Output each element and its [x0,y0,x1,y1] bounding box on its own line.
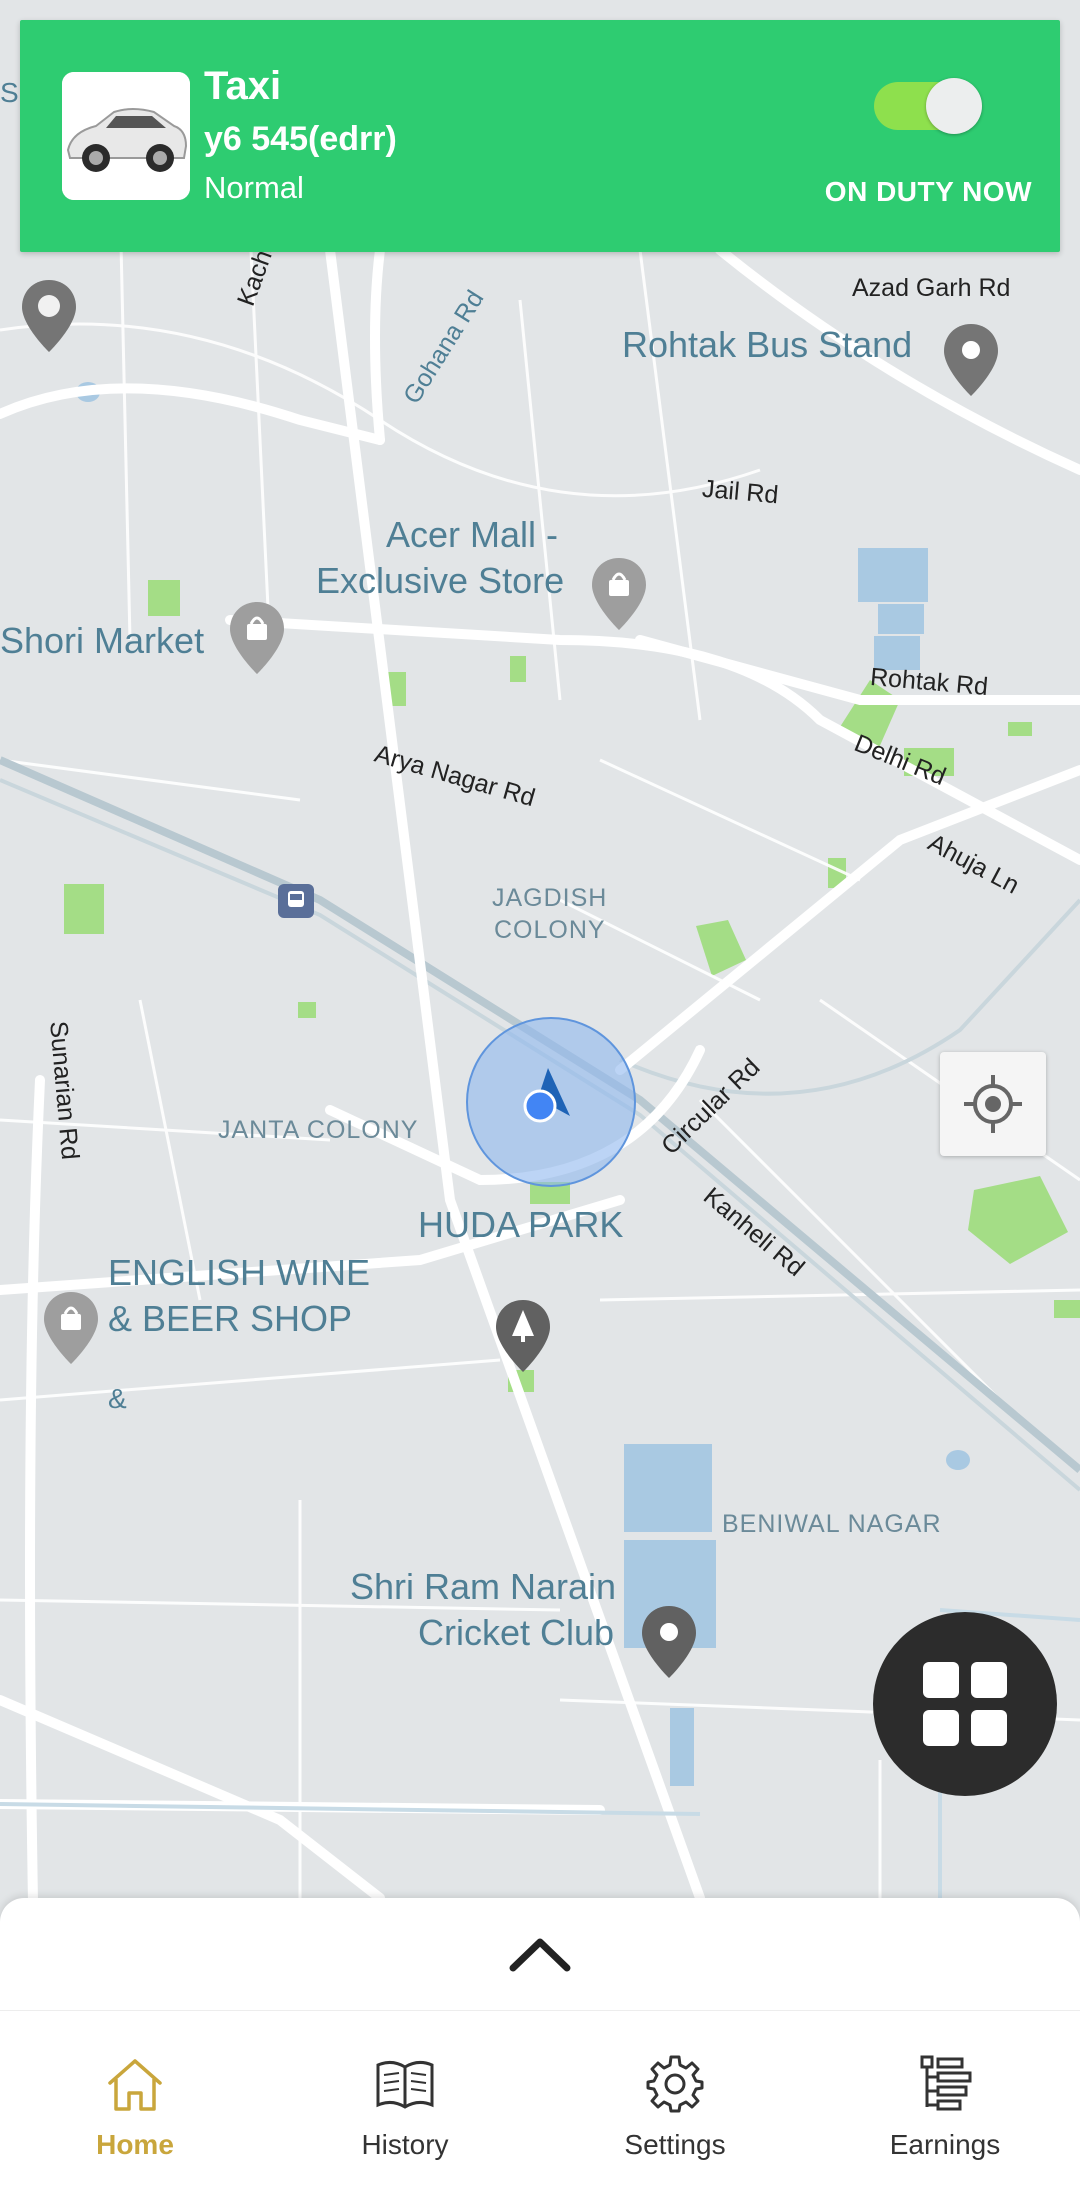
vehicle-type: Taxi [204,64,282,108]
map-view[interactable]: Kacha C Gohana Rd Azad Garh Rd Jail Rd R… [0,0,1080,2208]
bottom-nav: Home History Settings Earnings [0,2010,1080,2208]
place-label-cricket-line2: Cricket Club [418,1612,615,1653]
place-label-wine-line2: & BEER SHOP [108,1298,353,1339]
place-label-wine-line1: ENGLISH WINE [108,1252,371,1293]
home-icon [108,2059,162,2111]
place-label-acer-line1: Acer Mall - [386,514,559,555]
road-label-azad-garh: Azad Garh Rd [852,274,1011,302]
nav-label: Settings [624,2129,726,2160]
area-label-janta-colony: JANTA COLONY [218,1116,419,1144]
place-label-shori-market: Shori Market [0,620,205,661]
park-pin-icon[interactable] [494,1298,552,1374]
shopping-pin-icon[interactable] [42,1290,100,1366]
toggle-knob [926,78,982,134]
vehicle-class: Normal [204,170,304,205]
chevron-up-icon [509,1938,571,1972]
place-label-huda-park: HUDA PARK [418,1204,624,1245]
vehicle-plate: y6 545(edrr) [204,120,397,158]
expand-sheet-button[interactable] [504,1932,576,1976]
nav-label: History [361,2129,449,2160]
bus-stand-pin-icon[interactable] [942,322,1000,398]
area-label-jagdish-line2: COLONY [494,916,606,944]
place-label-edge: S [0,77,19,108]
nav-item-earnings[interactable]: Earnings [810,2011,1080,2208]
gear-icon [646,2055,704,2113]
shopping-pin-icon[interactable] [590,556,648,632]
duty-toggle[interactable] [874,78,984,134]
nav-item-home[interactable]: Home [0,2011,270,2208]
area-label-beniwal-nagar: BENIWAL NAGAR [722,1510,942,1538]
shopping-pin-icon[interactable] [228,600,286,676]
duty-status-label: ON DUTY NOW [824,176,1032,207]
list-icon [920,2055,972,2111]
nav-item-settings[interactable]: Settings [540,2011,810,2208]
map-roads [0,199,1080,2208]
book-icon [376,2060,434,2109]
cricket-club-pin-icon[interactable] [640,1604,698,1680]
duty-status-card: Taxi y6 545(edrr) Normal ON DUTY NOW [20,20,1060,252]
grid-menu-icon [923,1662,1007,1746]
nav-item-history[interactable]: History [270,2011,540,2208]
my-location-icon [964,1075,1022,1133]
train-station-icon[interactable] [278,884,314,918]
bottom-sheet: Home History Settings Earnings [0,1898,1080,2208]
temple-pin-icon[interactable] [20,278,78,354]
place-label-cricket-line1: Shri Ram Narain [350,1566,617,1607]
nav-label: Home [96,2129,174,2160]
place-label-acer-line2: Exclusive Store [316,560,565,601]
my-location-button[interactable] [940,1052,1046,1156]
place-label-bus-stand: Rohtak Bus Stand [622,324,913,365]
vehicle-photo [62,72,190,200]
area-label-jagdish-line1: JAGDISH [492,884,608,912]
car-image-icon [62,72,190,200]
menu-grid-button[interactable] [873,1612,1057,1796]
nav-label: Earnings [889,2129,1001,2160]
place-label-amp: & [108,1383,127,1414]
